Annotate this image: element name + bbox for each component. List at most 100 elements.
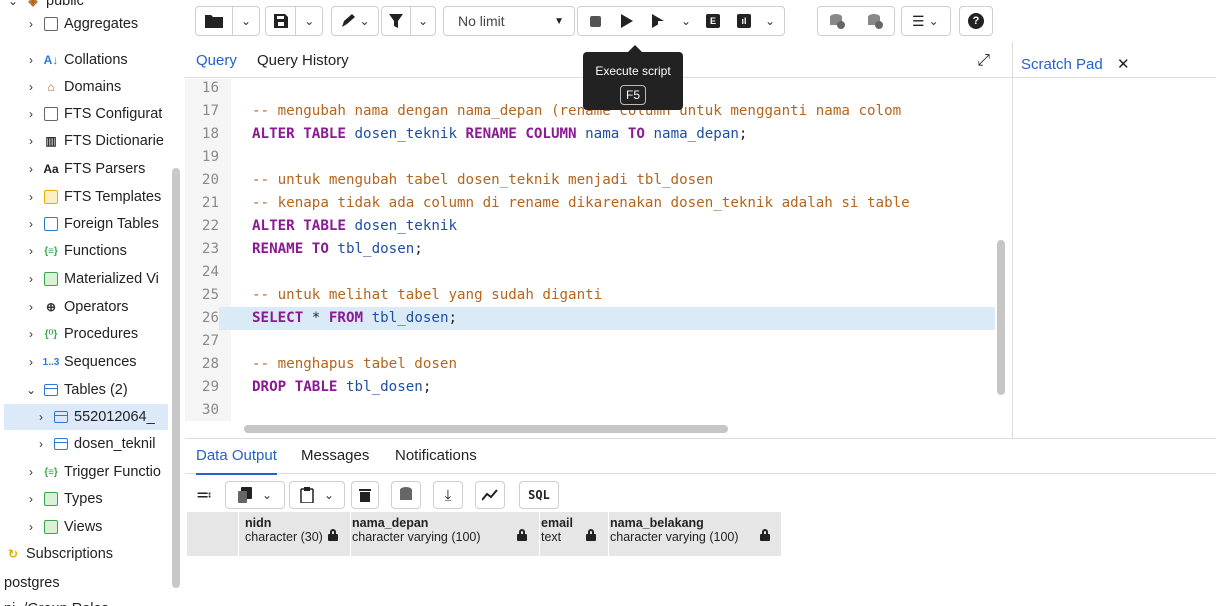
chevron-down-icon[interactable]: ⌄	[24, 383, 38, 397]
chevron-right-icon[interactable]: ›	[24, 134, 38, 148]
limit-select[interactable]: No limit ▼	[443, 6, 575, 36]
commit-button[interactable]	[818, 7, 856, 35]
column-separator[interactable]	[350, 512, 351, 556]
tree-item[interactable]: › {≡} Trigger Functio	[24, 459, 161, 485]
tab-messages[interactable]: Messages	[301, 447, 369, 464]
editor-horizontal-scrollbar[interactable]	[244, 425, 728, 433]
tree-item[interactable]: › 552012064_	[4, 404, 168, 430]
execute-script-button[interactable]	[612, 7, 642, 35]
tree-item[interactable]: › A↓ Collations	[24, 47, 128, 73]
chevron-right-icon[interactable]: ›	[24, 162, 38, 176]
tab-notifications[interactable]: Notifications	[395, 447, 477, 464]
chevron-right-icon[interactable]: ›	[34, 437, 48, 451]
chevron-right-icon[interactable]: ›	[24, 355, 38, 369]
tree-item[interactable]: ↻ Subscriptions	[4, 541, 113, 567]
chevron-right-icon[interactable]: ›	[24, 217, 38, 231]
tree-item[interactable]: ⌄ Tables (2)	[24, 377, 128, 403]
sql-button[interactable]: SQL	[519, 481, 559, 509]
column-separator[interactable]	[608, 512, 609, 556]
tab-scratch-pad[interactable]: Scratch Pad ✕	[1013, 46, 1216, 78]
tree-item[interactable]: › FTS Configurat	[24, 101, 162, 127]
open-file-dropdown[interactable]: ⌄	[233, 7, 259, 35]
tree-item[interactable]: › ⊕ Operators	[24, 294, 128, 320]
add-row-button[interactable]: ≕	[187, 481, 221, 509]
explain-button[interactable]: E	[696, 7, 730, 35]
chevron-right-icon[interactable]: ›	[34, 410, 48, 424]
chevron-right-icon[interactable]: ›	[24, 17, 38, 31]
download-button[interactable]: ⤓	[433, 481, 463, 509]
code-line[interactable]: 21 -- kenapa tidak ada column di rename d…	[185, 192, 995, 215]
filter-dropdown[interactable]: ⌄	[411, 7, 435, 35]
save-dropdown[interactable]: ⌄	[296, 7, 322, 35]
code-line[interactable]: 27	[185, 330, 995, 353]
delete-button[interactable]	[351, 481, 379, 509]
tree-item[interactable]: › ⌂ Domains	[24, 74, 121, 100]
tab-data-output[interactable]: Data Output	[196, 447, 277, 475]
save-button[interactable]	[266, 7, 295, 35]
explain-analyze-button[interactable]: ıl	[730, 7, 758, 35]
filter-button[interactable]	[382, 7, 410, 35]
tree-item[interactable]: › {⁽⁾} Procedures	[24, 321, 138, 347]
tree-item[interactable]: › Aggregates	[24, 11, 138, 37]
code-line[interactable]: 22 ALTER TABLE dosen_teknik	[185, 215, 995, 238]
code-line[interactable]: 24	[185, 261, 995, 284]
help-button[interactable]: ?	[959, 6, 993, 36]
tree-item[interactable]: › FTS Templates	[24, 184, 161, 210]
copy-button[interactable]: ⌄	[225, 481, 285, 509]
tree-item[interactable]: › Types	[24, 486, 103, 512]
macros-group[interactable]: ☰ ⌄	[901, 6, 951, 36]
tab-query[interactable]: Query	[196, 52, 237, 69]
code-line[interactable]: 23 RENAME TO tbl_dosen;	[185, 238, 995, 261]
code-line[interactable]: 18 ALTER TABLE dosen_teknik RENAME COLUMN…	[185, 123, 995, 146]
code-line[interactable]: 25 -- untuk melihat tabel yang sudah diga…	[185, 284, 995, 307]
chevron-right-icon[interactable]: ›	[24, 465, 38, 479]
chevron-right-icon[interactable]: ›	[24, 244, 38, 258]
chevron-right-icon[interactable]: ›	[24, 53, 38, 67]
tree-item[interactable]: › ▥ FTS Dictionarie	[24, 128, 164, 154]
explain-dropdown[interactable]: ⌄	[758, 7, 782, 35]
column-header[interactable]: nama_depan character varying (100)	[352, 516, 539, 552]
column-header[interactable]: nama_belakang character varying (100)	[610, 516, 782, 552]
chevron-right-icon[interactable]: ›	[24, 520, 38, 534]
sql-editor[interactable]: 16 17 -- mengubah nama dengan nama_depan (…	[185, 79, 995, 421]
chevron-right-icon[interactable]: ›	[24, 327, 38, 341]
chevron-right-icon[interactable]: ›	[24, 190, 38, 204]
editor-vertical-scrollbar[interactable]	[997, 240, 1005, 395]
column-header[interactable]: nidn character (30)	[245, 516, 350, 552]
column-separator[interactable]	[539, 512, 540, 556]
tree-scrollbar[interactable]	[172, 168, 180, 588]
rollback-button[interactable]	[856, 7, 894, 35]
tree-item[interactable]: › Materialized Vi	[24, 266, 159, 292]
chevron-right-icon[interactable]: ›	[24, 80, 38, 94]
expand-icon[interactable]: ⤢	[977, 52, 990, 70]
save-data-button[interactable]	[391, 481, 421, 509]
tree-item[interactable]: › {≡} Functions	[24, 238, 127, 264]
edit-button[interactable]: ⌄	[332, 7, 378, 35]
chevron-right-icon[interactable]: ›	[24, 492, 38, 506]
tree-item[interactable]: › dosen_teknil	[34, 431, 155, 457]
stop-button[interactable]	[578, 7, 612, 35]
chevron-right-icon[interactable]: ›	[24, 272, 38, 286]
tree-item[interactable]: › Aa FTS Parsers	[24, 156, 145, 182]
tab-query-history[interactable]: Query History	[257, 52, 349, 69]
tree-item[interactable]: › 1..3 Sequences	[24, 349, 137, 375]
tree-item[interactable]: › Foreign Tables	[24, 211, 159, 237]
chevron-right-icon[interactable]: ›	[24, 300, 38, 314]
code-line[interactable]: 30	[185, 399, 995, 421]
column-separator[interactable]	[238, 512, 239, 556]
code-line-current[interactable]: 26 SELECT * FROM tbl_dosen;	[185, 307, 995, 330]
open-file-button[interactable]	[196, 7, 232, 35]
tree-item[interactable]: postgres	[4, 570, 60, 596]
code-line[interactable]: 28 -- menghapus tabel dosen	[185, 353, 995, 376]
execute-dropdown[interactable]: ⌄	[676, 7, 696, 35]
code-line[interactable]: 20 -- untuk mengubah tabel dosen_teknik m…	[185, 169, 995, 192]
chevron-down-icon[interactable]: ⌄	[6, 0, 20, 8]
tree-item[interactable]: › Views	[24, 514, 102, 540]
code-line[interactable]: 19	[185, 146, 995, 169]
execute-line-button[interactable]	[642, 7, 676, 35]
code-line[interactable]: 29 DROP TABLE tbl_dosen;	[185, 376, 995, 399]
graph-button[interactable]	[475, 481, 505, 509]
close-icon[interactable]: ✕	[1117, 55, 1130, 73]
column-header[interactable]: email text	[541, 516, 608, 552]
paste-button[interactable]: ⌄	[289, 481, 345, 509]
